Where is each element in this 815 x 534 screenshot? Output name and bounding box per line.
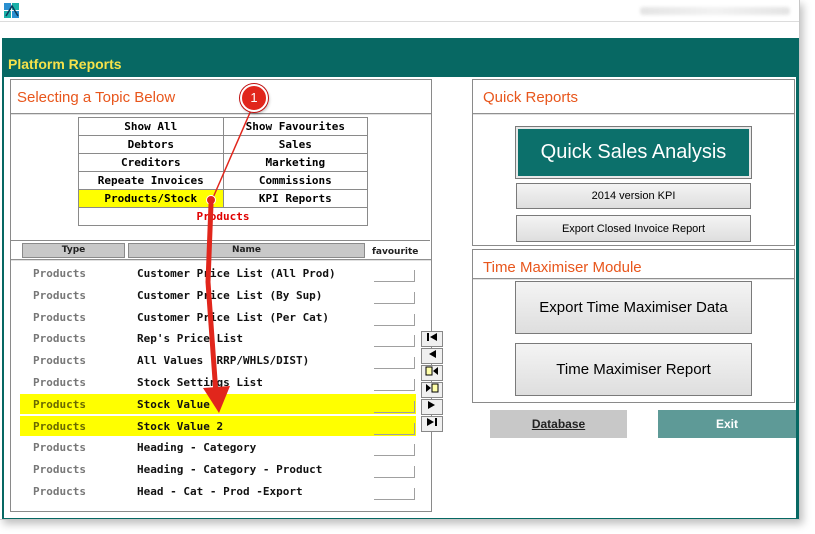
topic-sales[interactable]: Sales [222, 135, 369, 154]
table-row[interactable]: Products Head - Cat - Prod -Export [20, 481, 416, 501]
topic-panel-title: Selecting a Topic Below [17, 89, 176, 106]
favourite-toggle[interactable] [374, 444, 415, 456]
topic-kpi-reports[interactable]: KPI Reports [222, 189, 369, 208]
row-name: Heading - Category [137, 441, 257, 454]
time-maximiser-report-button[interactable]: Time Maximiser Report [515, 343, 752, 396]
blurred-window-title [640, 7, 790, 15]
favourite-toggle[interactable] [374, 466, 415, 478]
favourite-toggle[interactable] [374, 488, 415, 500]
exit-button[interactable]: Exit [658, 410, 796, 438]
first-record-icon [427, 333, 437, 341]
topic-repeate-invoices[interactable]: Repeate Invoices [78, 171, 224, 190]
favourite-toggle[interactable] [374, 357, 415, 369]
table-row[interactable]: Products Stock Settings List [20, 372, 416, 392]
next-record-button[interactable] [421, 399, 443, 415]
topic-creditors[interactable]: Creditors [78, 153, 224, 172]
table-row[interactable]: Products Customer Price List (Per Cat) [20, 307, 416, 327]
row-name: Customer Price List (By Sup) [137, 289, 323, 302]
row-type: Products [33, 463, 86, 476]
row-type: Products [33, 289, 86, 302]
row-name: Head - Cat - Prod -Export [137, 485, 303, 498]
topic-debtors[interactable]: Debtors [78, 135, 224, 154]
row-type: Products [33, 332, 86, 345]
database-button[interactable]: Database [490, 410, 627, 438]
row-type: Products [33, 267, 86, 280]
row-name: Customer Price List (All Prod) [137, 267, 336, 280]
column-header-type[interactable]: Type [22, 243, 125, 258]
copy-record-icon [426, 383, 439, 393]
topic-products-stock[interactable]: Products/Stock [78, 189, 224, 208]
row-type: Products [33, 354, 86, 367]
table-row[interactable]: Products Stock Value [20, 394, 416, 414]
table-row[interactable]: Products All Values (RRP/WHLS/DIST) [20, 350, 416, 370]
time-maximiser-title: Time Maximiser Module [483, 259, 642, 276]
row-name: Stock Settings List [137, 376, 263, 389]
quick-reports-title: Quick Reports [483, 89, 579, 106]
table-row[interactable]: Products Heading - Category - Product [20, 459, 416, 479]
app-icon [4, 3, 19, 18]
kpi-2014-button[interactable]: 2014 version KPI [516, 183, 751, 209]
topic-show-favourites[interactable]: Show Favourites [222, 117, 369, 136]
row-name: Stock Value [137, 398, 210, 411]
favourite-toggle[interactable] [374, 335, 415, 347]
row-name: Heading - Category - Product [137, 463, 323, 476]
app-title: Platform Reports [8, 56, 122, 72]
last-record-button[interactable] [421, 416, 443, 432]
report-list-divider [11, 259, 431, 261]
row-name: Rep's Price List [137, 332, 243, 345]
favourite-toggle[interactable] [374, 314, 415, 326]
new-record-button[interactable] [421, 365, 443, 381]
table-row[interactable]: Products Heading - Category [20, 437, 416, 457]
table-row[interactable]: Products Customer Price List (All Prod) [20, 263, 416, 283]
row-type: Products [33, 311, 86, 324]
topic-grid: Show All Show Favourites Debtors Sales C… [78, 117, 369, 226]
favourite-toggle[interactable] [374, 401, 415, 413]
column-header-favourite: favourite [372, 247, 419, 257]
time-maximiser-divider [473, 278, 794, 280]
quick-sales-analysis-button[interactable]: Quick Sales Analysis [515, 126, 752, 179]
row-type: Products [33, 398, 86, 411]
export-closed-invoice-button[interactable]: Export Closed Invoice Report [516, 215, 751, 242]
topic-panel-divider [11, 113, 431, 115]
row-type: Products [33, 376, 86, 389]
row-name: All Values (RRP/WHLS/DIST) [137, 354, 310, 367]
table-row[interactable]: Products Stock Value 2 [20, 416, 416, 436]
new-record-icon [425, 366, 438, 376]
table-row[interactable]: Products Rep's Price List [20, 328, 416, 348]
row-name: Customer Price List (Per Cat) [137, 311, 330, 324]
favourite-toggle[interactable] [374, 270, 415, 282]
table-row[interactable]: Products Customer Price List (By Sup) [20, 285, 416, 305]
topic-commissions[interactable]: Commissions [222, 171, 369, 190]
quick-reports-divider [473, 113, 794, 115]
previous-record-button[interactable] [421, 348, 443, 364]
row-type: Products [33, 420, 86, 433]
active-topic-label: Products [78, 207, 368, 226]
callout-badge: 1 [240, 84, 268, 112]
row-type: Products [33, 441, 86, 454]
topic-marketing[interactable]: Marketing [222, 153, 369, 172]
row-type: Products [33, 485, 86, 498]
next-record-icon [428, 401, 435, 409]
previous-record-icon [429, 350, 436, 358]
title-bar [0, 0, 799, 22]
favourite-toggle[interactable] [374, 292, 415, 304]
row-name: Stock Value 2 [137, 420, 224, 433]
first-record-button[interactable] [421, 331, 443, 347]
favourite-toggle[interactable] [374, 423, 415, 435]
last-record-icon [427, 418, 437, 426]
favourite-toggle[interactable] [374, 379, 415, 391]
topic-show-all[interactable]: Show All [78, 117, 224, 136]
export-time-maximiser-data-button[interactable]: Export Time Maximiser Data [515, 281, 752, 334]
column-header-name[interactable]: Name [128, 243, 365, 258]
copy-record-button[interactable] [421, 382, 443, 398]
